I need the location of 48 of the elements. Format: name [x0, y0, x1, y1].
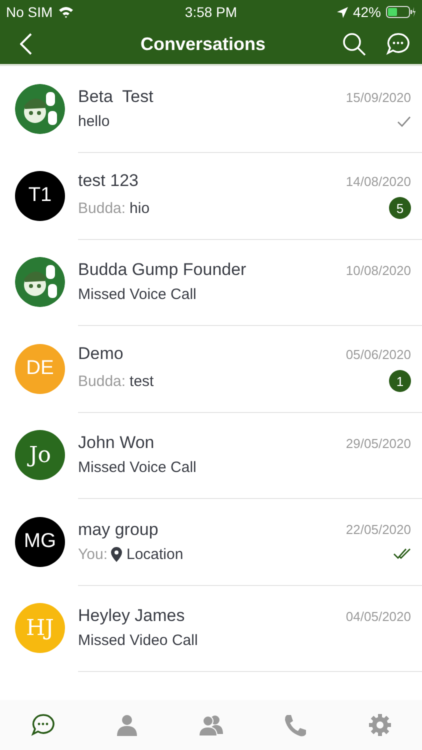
- contact-name: test 123: [78, 171, 138, 192]
- unread-badge: 1: [389, 370, 411, 392]
- message-date: 04/05/2020: [346, 608, 411, 624]
- battery-icon: [386, 6, 416, 18]
- avatar-initials: DE: [26, 357, 54, 380]
- message-date: 15/09/2020: [346, 90, 411, 105]
- message-preview: test: [130, 372, 154, 390]
- unread-badge: 5: [389, 197, 411, 220]
- message-preview: hello: [78, 113, 110, 130]
- avatar-initials: HJ: [26, 616, 54, 641]
- message-preview: Missed Voice Call: [78, 286, 196, 304]
- search-button[interactable]: [342, 32, 366, 56]
- message-date: 22/05/2020: [346, 522, 411, 538]
- conversation-row[interactable]: T1 test 123 14/08/2020 Budda: hio 5: [0, 152, 422, 239]
- contact-name: John Won: [78, 433, 154, 454]
- contact-name: Demo: [78, 344, 124, 364]
- avatar-initials: T1: [28, 184, 52, 208]
- screen-title: Conversations: [139, 34, 267, 54]
- wifi-icon: [58, 6, 74, 18]
- conversation-row[interactable]: Beta Test 15/09/2020 hello: [0, 66, 422, 152]
- avatar-initials: Jo: [28, 442, 52, 468]
- message-date: 14/08/2020: [346, 174, 411, 189]
- back-button[interactable]: [20, 33, 32, 55]
- clock-text: 3:58 PM: [184, 4, 238, 20]
- conversation-row[interactable]: HJ Heyley James 04/05/2020 Missed Video Call: [0, 585, 422, 672]
- location-arrow-icon: [336, 6, 348, 18]
- message-preview: hio: [130, 200, 150, 217]
- message-date: 05/06/2020: [346, 346, 411, 362]
- conversation-row[interactable]: MG may group 22/05/2020 You: Location: [0, 498, 422, 585]
- message-preview: Missed Video Call: [78, 632, 198, 650]
- message-date: 29/05/2020: [346, 436, 411, 451]
- conversation-row[interactable]: DE Demo 05/06/2020 Budda: test 1: [0, 326, 422, 412]
- sender-label: You:: [78, 546, 108, 563]
- message-preview: Location: [126, 546, 184, 563]
- conversation-row[interactable]: Budda Gump Founder 10/08/2020 Missed Voice Call: [0, 239, 422, 326]
- battery-percent: 42%: [352, 4, 381, 20]
- carrier-text: No SIM: [6, 4, 53, 20]
- message-date: 10/08/2020: [346, 262, 411, 278]
- sender-label: Budda:: [78, 372, 126, 390]
- sender-label: Budda:: [78, 200, 126, 217]
- contact-name: Heyley James: [78, 606, 185, 626]
- contact-name: Beta Test: [78, 87, 154, 108]
- contact-name: may group: [78, 520, 158, 540]
- avatar-initials: MG: [24, 530, 56, 554]
- contact-name: Budda Gump Founder: [78, 260, 246, 280]
- message-preview: Missed Voice Call: [78, 459, 196, 476]
- new-chat-button[interactable]: [384, 31, 410, 57]
- conversation-row[interactable]: Jo John Won 29/05/2020 Missed Voice Call: [0, 412, 422, 498]
